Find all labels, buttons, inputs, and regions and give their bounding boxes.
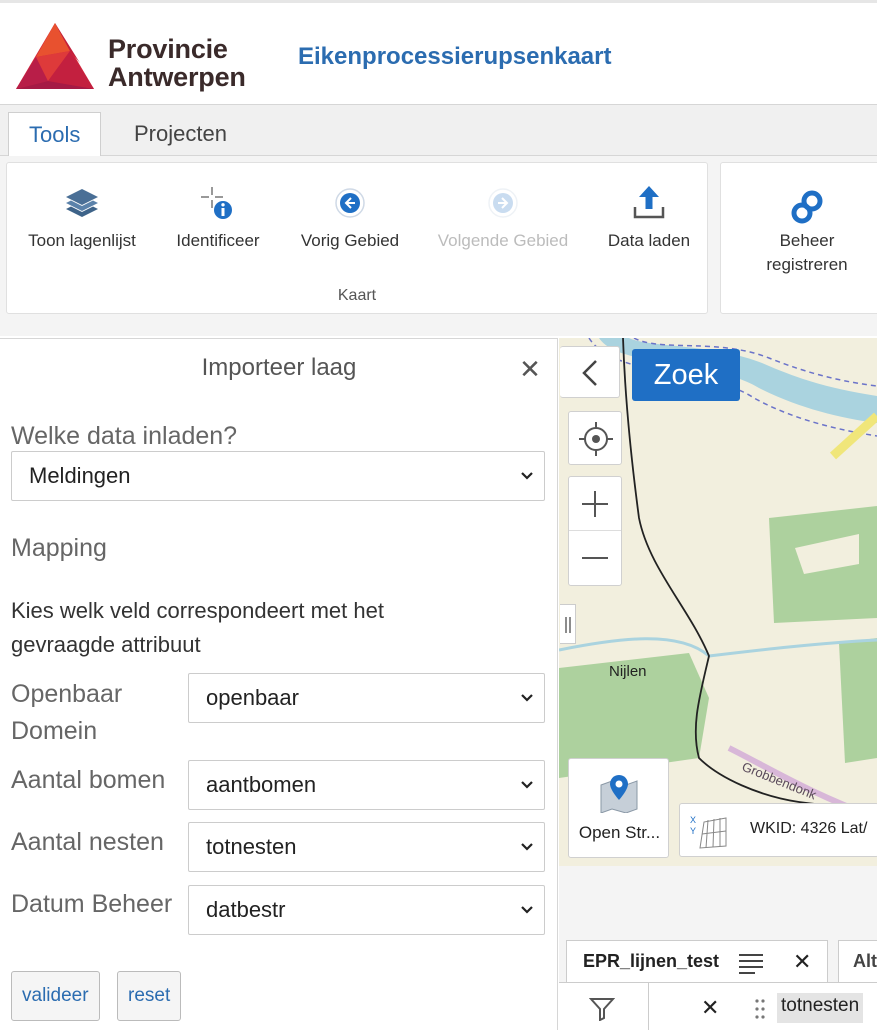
next-extent-icon xyxy=(488,188,518,218)
field-label-openbaar-domein: Openbaar Domein xyxy=(11,676,122,750)
toon-lagenlijst-button[interactable]: Toon lagenlijst xyxy=(21,183,143,251)
app-title: Eikenprocessierupsenkaart xyxy=(298,43,612,70)
svg-text:Y: Y xyxy=(690,826,696,836)
panel-resize-handle[interactable] xyxy=(560,604,576,644)
collapse-panel-button[interactable] xyxy=(560,346,620,398)
zoek-button[interactable]: Zoek xyxy=(632,349,740,401)
province-name: Provincie Antwerpen xyxy=(108,35,246,91)
vorig-gebied-label: Vorig Gebied xyxy=(300,231,400,250)
data-select[interactable]: Meldingen xyxy=(11,451,545,501)
zoom-controls xyxy=(568,476,622,586)
zoom-in-button[interactable] xyxy=(569,477,621,531)
tab-tools[interactable]: Tools xyxy=(8,112,102,158)
identificeer-label: Identificeer xyxy=(176,231,260,250)
field-label-datum-beheer: Datum Beheer xyxy=(11,890,173,918)
ribbon-group-kaart: Toon lagenlijst Identificeer Vorig Gebie… xyxy=(6,162,708,314)
field-label-line2: Domein xyxy=(11,717,98,745)
ribbon: Toon lagenlijst Identificeer Vorig Gebie… xyxy=(0,156,877,336)
basemap-icon xyxy=(600,775,638,813)
filter-icon xyxy=(589,998,615,1021)
chevron-down-icon xyxy=(521,906,533,914)
field-label-aantal-nesten: Aantal nesten xyxy=(11,828,164,856)
column-drag-handle-icon[interactable] xyxy=(754,997,766,1021)
chevron-left-icon xyxy=(582,360,597,386)
minus-icon xyxy=(582,557,608,559)
tab-projecten[interactable]: Projecten xyxy=(114,112,247,158)
province-name-line2: Antwerpen xyxy=(108,62,246,92)
identificeer-button[interactable]: Identificeer xyxy=(167,183,269,251)
toon-lagenlijst-label: Toon lagenlijst xyxy=(28,231,136,250)
coordinate-widget[interactable]: X Y WKID: 4326 Lat/ xyxy=(679,803,877,857)
drag-handle-icon xyxy=(565,617,571,633)
aantal-nesten-select[interactable]: totnesten xyxy=(188,822,545,872)
valideer-button[interactable]: valideer xyxy=(11,971,100,1021)
filter-button[interactable] xyxy=(559,983,649,1030)
volgende-gebied-button[interactable]: Volgende Gebied xyxy=(427,183,579,251)
coordinate-readout: WKID: 4326 Lat/ xyxy=(750,820,868,837)
data-laden-label: Data laden xyxy=(607,231,691,250)
mapping-heading: Mapping xyxy=(11,534,107,562)
column-header-totnesten[interactable]: totnesten xyxy=(777,993,864,1023)
plus-icon xyxy=(582,491,608,517)
clear-filter-icon[interactable]: ✕ xyxy=(701,995,719,1021)
chevron-down-icon xyxy=(521,781,533,789)
close-tab-icon[interactable]: ✕ xyxy=(793,949,811,975)
link-icon xyxy=(791,190,823,224)
province-name-line1: Provincie xyxy=(108,34,228,64)
app-header: Provincie Antwerpen Eikenprocessierupsen… xyxy=(0,0,877,104)
table-tab-epr-lijnen-test[interactable]: EPR_lijnen_test ✕ xyxy=(566,940,828,982)
datum-beheer-select[interactable]: datbestr xyxy=(188,885,545,935)
road-label-grobbendonk: Grobbendonk xyxy=(740,759,819,803)
place-label-nijlen: Nijlen xyxy=(609,663,647,680)
reset-button[interactable]: reset xyxy=(117,971,182,1021)
aantal-nesten-value: totnesten xyxy=(206,834,297,859)
field-label-line1: Openbaar xyxy=(11,680,123,708)
svg-text:X: X xyxy=(690,815,696,825)
previous-extent-icon xyxy=(335,188,365,218)
vorig-gebied-button[interactable]: Vorig Gebied xyxy=(290,183,410,251)
tab-bar: Tools Projecten xyxy=(0,104,877,158)
chevron-down-icon xyxy=(521,843,533,851)
ribbon-group-label-kaart: Kaart xyxy=(337,287,377,304)
field-label-aantal-bomen: Aantal bomen xyxy=(11,766,166,794)
upload-icon xyxy=(633,186,665,219)
data-question-label: Welke data inladen? xyxy=(11,422,238,450)
table-toolbar-row: ✕ totnesten xyxy=(559,982,877,1030)
volgende-gebied-label: Volgende Gebied xyxy=(437,231,569,250)
locate-icon xyxy=(579,422,613,456)
beheer-registreren-button[interactable]: Beheer registreren xyxy=(731,187,877,277)
chevron-down-icon xyxy=(521,472,533,480)
menu-icon[interactable] xyxy=(737,952,765,974)
datum-beheer-value: datbestr xyxy=(206,897,286,922)
locate-button[interactable] xyxy=(568,411,622,465)
data-laden-button[interactable]: Data laden xyxy=(599,183,699,251)
panel-title: Importeer laag xyxy=(201,354,357,381)
table-tab2-label: Alt xyxy=(853,951,877,971)
province-logo-icon xyxy=(16,23,94,89)
layers-icon xyxy=(66,189,98,217)
coordinate-grid-icon: X Y xyxy=(690,815,727,849)
beheer-label-line1: Beheer xyxy=(779,231,835,250)
beheer-label-line2: registreren xyxy=(766,255,848,274)
aantal-bomen-select[interactable]: aantbomen xyxy=(188,760,545,810)
mapping-instruction: Kies welk veld correspondeert met het ge… xyxy=(11,598,384,657)
close-icon[interactable]: ✕ xyxy=(516,354,544,384)
data-select-value: Meldingen xyxy=(29,463,131,488)
zoom-out-button[interactable] xyxy=(569,531,621,585)
aantal-bomen-value: aantbomen xyxy=(206,772,317,797)
identify-icon xyxy=(201,187,232,219)
table-tab-alt[interactable]: Alt xyxy=(838,940,877,982)
table-tab-label: EPR_lijnen_test xyxy=(583,951,720,971)
basemap-label: Open Str... xyxy=(578,823,661,842)
basemap-button[interactable]: Open Str... xyxy=(568,758,669,858)
openbaar-domein-select[interactable]: openbaar xyxy=(188,673,545,723)
chevron-down-icon xyxy=(521,694,533,702)
ribbon-group-beheer: Beheer registreren xyxy=(720,162,877,314)
openbaar-domein-value: openbaar xyxy=(206,685,299,710)
